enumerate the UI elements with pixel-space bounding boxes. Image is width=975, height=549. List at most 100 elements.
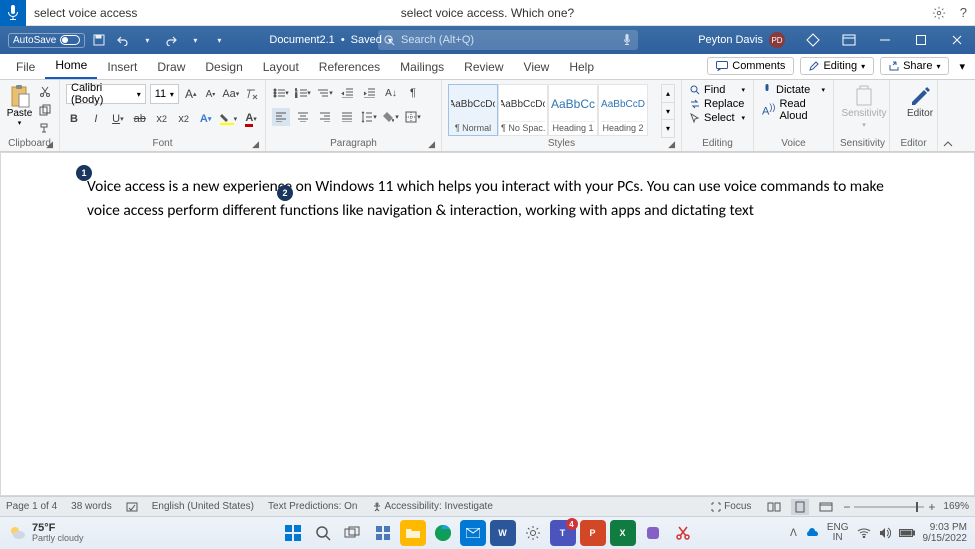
language-indicator-tray[interactable]: ENG IN	[827, 523, 849, 543]
autosave-toggle[interactable]: AutoSave	[8, 33, 85, 48]
bold-button[interactable]: B	[66, 110, 82, 128]
snipping-tool-icon[interactable]	[670, 520, 696, 546]
clipchamp-icon[interactable]	[640, 520, 666, 546]
weather-icon[interactable]	[8, 524, 26, 542]
share-button[interactable]: Share ▾	[880, 57, 949, 75]
paste-button[interactable]: Paste ▾	[6, 84, 33, 127]
redo-icon[interactable]	[161, 30, 181, 50]
tab-home[interactable]: Home	[45, 54, 97, 79]
document-canvas[interactable]: 1 2 Voice access is a new experience on …	[0, 152, 975, 496]
powerpoint-icon[interactable]: P	[580, 520, 606, 546]
clock-tray[interactable]: 9:03 PM 9/15/2022	[923, 522, 968, 544]
text-predictions-indicator[interactable]: Text Predictions: On	[268, 501, 357, 512]
align-left-button[interactable]	[272, 108, 290, 126]
volume-icon[interactable]	[879, 527, 891, 539]
web-layout-button[interactable]	[817, 499, 835, 515]
zoom-slider[interactable]: − +	[843, 500, 935, 514]
collapse-ribbon-button[interactable]	[938, 80, 958, 151]
replace-button[interactable]: Replace	[688, 98, 747, 110]
maximize-button[interactable]	[903, 26, 939, 54]
weather-widget[interactable]: 75°F Partly cloudy	[32, 523, 84, 543]
file-explorer-icon[interactable]	[400, 520, 426, 546]
document-body-text[interactable]: Voice access is a new experience on Wind…	[1, 153, 974, 223]
multilevel-list-button[interactable]: ▾	[316, 84, 334, 102]
zoom-in-button[interactable]: +	[928, 500, 935, 514]
help-icon[interactable]: ?	[960, 5, 967, 20]
tab-insert[interactable]: Insert	[97, 56, 147, 79]
highlight-button[interactable]: ▾	[220, 110, 238, 128]
increase-indent-button[interactable]	[360, 84, 378, 102]
copy-button[interactable]	[37, 102, 53, 118]
align-right-button[interactable]	[316, 108, 334, 126]
select-button[interactable]: Select▾	[688, 112, 747, 124]
superscript-button[interactable]: x2	[176, 110, 192, 128]
gallery-more-icon[interactable]: ▾	[662, 119, 674, 137]
strikethrough-button[interactable]: ab	[132, 110, 148, 128]
excel-icon[interactable]: X	[610, 520, 636, 546]
qat-dropdown-icon[interactable]: ▾	[137, 30, 157, 50]
search-mic-icon[interactable]	[622, 34, 632, 46]
format-painter-button[interactable]	[37, 120, 53, 136]
shrink-font-button[interactable]: A▾	[203, 85, 219, 103]
start-button[interactable]	[280, 520, 306, 546]
styles-gallery[interactable]: AaBbCcDc ¶ Normal AaBbCcDc ¶ No Spac... …	[448, 84, 657, 138]
tab-view[interactable]: View	[514, 56, 560, 79]
bullets-button[interactable]: ▾	[272, 84, 290, 102]
qat-dropdown-icon[interactable]: ▾	[185, 30, 205, 50]
style-no-spacing[interactable]: AaBbCcDc ¶ No Spac...	[498, 84, 548, 136]
dictate-button[interactable]: Dictate▾	[760, 84, 827, 96]
microphone-icon[interactable]	[0, 0, 26, 26]
spellcheck-icon[interactable]	[126, 502, 138, 512]
wifi-icon[interactable]	[857, 528, 871, 538]
minimize-button[interactable]	[867, 26, 903, 54]
zoom-level[interactable]: 169%	[943, 501, 969, 512]
style-normal[interactable]: AaBbCcDc ¶ Normal	[448, 84, 498, 136]
grow-font-button[interactable]: A▴	[183, 85, 199, 103]
widgets-button[interactable]	[370, 520, 396, 546]
subscript-button[interactable]: x2	[154, 110, 170, 128]
zoom-out-button[interactable]: −	[843, 500, 850, 514]
sort-button[interactable]: A↓	[382, 84, 400, 102]
task-view-button[interactable]	[340, 520, 366, 546]
justify-button[interactable]	[338, 108, 356, 126]
borders-button[interactable]: ▾	[404, 108, 422, 126]
settings-icon[interactable]	[932, 6, 946, 20]
editor-button[interactable]: Editor	[896, 84, 944, 119]
save-icon[interactable]	[89, 30, 109, 50]
font-color-button[interactable]: A▾	[243, 110, 259, 128]
print-layout-button[interactable]	[791, 499, 809, 515]
close-button[interactable]	[939, 26, 975, 54]
search-taskbar-button[interactable]	[310, 520, 336, 546]
editing-mode-button[interactable]: Editing ▾	[800, 57, 874, 75]
font-name-combo[interactable]: Calibri (Body)▾	[66, 84, 146, 104]
gallery-down-icon[interactable]: ▾	[662, 102, 674, 120]
onedrive-icon[interactable]	[805, 528, 819, 538]
ribbon-overflow-icon[interactable]: ▾	[955, 58, 969, 75]
tab-references[interactable]: References	[309, 56, 390, 79]
gallery-up-icon[interactable]: ▴	[662, 85, 674, 102]
cut-button[interactable]	[37, 84, 53, 100]
dialog-launcher-icon[interactable]: ◢	[252, 139, 259, 150]
undo-icon[interactable]	[113, 30, 133, 50]
show-marks-button[interactable]: ¶	[404, 84, 422, 102]
focus-mode-button[interactable]: Focus	[711, 501, 751, 512]
numbering-button[interactable]: 123▾	[294, 84, 312, 102]
tab-review[interactable]: Review	[454, 56, 513, 79]
mail-icon[interactable]	[460, 520, 486, 546]
battery-icon[interactable]	[899, 529, 915, 537]
font-size-combo[interactable]: 11▾	[150, 84, 179, 104]
shading-button[interactable]: ▾	[382, 108, 400, 126]
find-button[interactable]: Find▾	[688, 84, 747, 96]
dialog-launcher-icon[interactable]: ◢	[46, 139, 53, 150]
tab-draw[interactable]: Draw	[147, 56, 195, 79]
search-box[interactable]: Search (Alt+Q)	[378, 30, 638, 50]
comments-button[interactable]: Comments	[707, 57, 794, 75]
underline-button[interactable]: U▾	[110, 110, 126, 128]
read-mode-button[interactable]	[765, 499, 783, 515]
account-button[interactable]: Peyton Davis PD	[688, 32, 795, 48]
italic-button[interactable]: I	[88, 110, 104, 128]
clear-formatting-button[interactable]	[243, 85, 259, 103]
ribbon-mode-icon[interactable]	[831, 26, 867, 54]
style-heading2[interactable]: AaBbCcD Heading 2	[598, 84, 648, 136]
diamond-icon[interactable]	[795, 26, 831, 54]
